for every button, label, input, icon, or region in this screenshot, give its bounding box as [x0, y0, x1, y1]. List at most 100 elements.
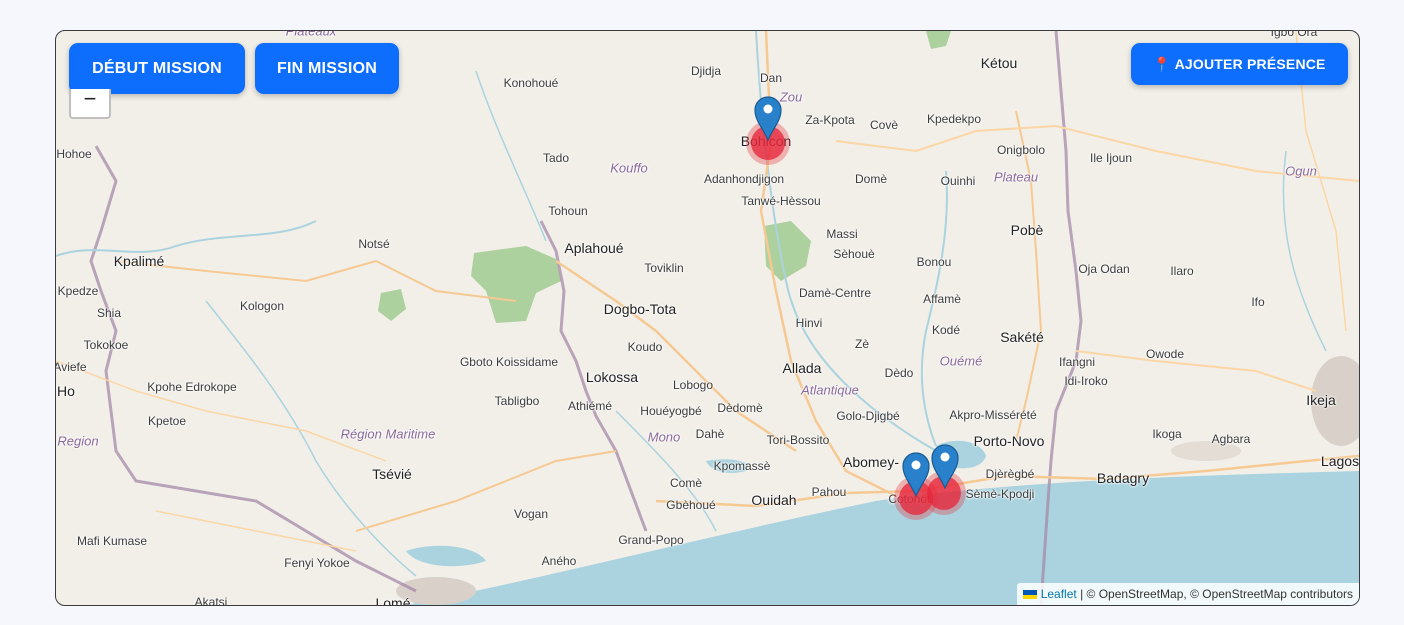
- place-label: Dèdo: [884, 366, 914, 380]
- place-label: Affamè: [923, 292, 961, 306]
- place-label: Mafi Kumase: [76, 534, 148, 548]
- place-label: Badagry: [1096, 470, 1150, 486]
- place-label: Hinvi: [795, 316, 823, 330]
- place-label: Hohoe: [56, 147, 92, 161]
- place-label: Tsévié: [372, 466, 412, 482]
- place-label: Shia: [96, 306, 122, 320]
- place-label: Houéyogbé: [640, 404, 702, 418]
- place-label: Kpohe Edrokope: [147, 380, 237, 394]
- place-label: Kétou: [980, 55, 1018, 71]
- place-label: Notsé: [358, 237, 390, 251]
- place-label: Dèdomè: [717, 401, 763, 415]
- place-label: Atlantique: [801, 382, 859, 398]
- place-label: Aplahoué: [564, 240, 624, 256]
- place-label: Tado: [542, 151, 570, 165]
- place-label: Lokossa: [585, 369, 639, 385]
- place-label: Massi: [826, 227, 858, 241]
- place-label: Adanhondjigon: [703, 172, 785, 186]
- place-label: Plateau: [993, 169, 1039, 185]
- place-label: Djidja: [690, 64, 722, 78]
- zoom-out-button[interactable]: −: [69, 88, 111, 119]
- place-label: Pobè: [1010, 222, 1044, 238]
- place-label: Athiémé: [567, 399, 613, 413]
- place-label: Owode: [1145, 347, 1185, 361]
- ukraine-flag-icon: [1022, 590, 1037, 600]
- place-label: Kpedekpo: [926, 112, 982, 126]
- place-label: Ile Ijoun: [1089, 151, 1133, 165]
- place-label: Tabligbo: [494, 394, 540, 408]
- place-label: Ifo: [1251, 295, 1265, 309]
- leaflet-link[interactable]: Leaflet: [1041, 587, 1077, 601]
- place-label: Djèrègbé: [985, 467, 1035, 481]
- place-label: Ogun: [1285, 163, 1317, 179]
- place-label: Onigbolo: [996, 143, 1046, 157]
- place-label: Oja Odan: [1078, 262, 1130, 276]
- add-presence-label: AJOUTER PRÉSENCE: [1174, 55, 1326, 72]
- place-label: Abomey-: [842, 454, 900, 470]
- place-label: Covè: [869, 118, 899, 132]
- place-label: Plateaux: [285, 30, 337, 39]
- place-label: Gbèhoué: [666, 498, 716, 512]
- place-label: Kologon: [239, 299, 285, 313]
- place-label: Akatsi: [194, 595, 228, 606]
- place-label: Kpetoe: [147, 414, 187, 428]
- place-label: Dahè: [695, 427, 725, 441]
- place-label: Damè-Centre: [798, 286, 872, 300]
- place-label: Tohoun: [548, 204, 588, 218]
- place-label: Ouémé: [939, 353, 983, 369]
- location-pin-icon[interactable]: [901, 451, 931, 497]
- place-label: Lobogo: [672, 378, 714, 392]
- place-label: Kodé: [931, 323, 961, 337]
- pin-icon: 📍: [1153, 55, 1172, 72]
- place-label: Grand-Popo: [618, 533, 684, 547]
- place-label: Zou: [779, 89, 803, 105]
- place-label: Mono: [647, 429, 681, 445]
- place-label: Aviefe: [55, 360, 87, 374]
- place-label: Allada: [782, 360, 822, 376]
- map-container[interactable]: Konohoué Djidja Dan Kétou Za-Kpota Covè …: [55, 30, 1360, 606]
- place-label: Comè: [669, 476, 703, 490]
- place-label: Dan: [759, 71, 783, 85]
- place-label: Ouinhi: [940, 174, 976, 188]
- place-label: Vogan: [513, 507, 549, 521]
- place-label: Sakété: [1000, 329, 1044, 345]
- place-label: Toviklin: [644, 261, 684, 275]
- place-label: Agbara: [1211, 432, 1251, 446]
- place-label: Akpro-Missérété: [949, 408, 1037, 422]
- place-label: Ikoga: [1152, 427, 1182, 441]
- location-pin-icon[interactable]: [930, 443, 960, 489]
- location-pin-icon[interactable]: [753, 95, 783, 141]
- place-label: Ouidah: [751, 492, 797, 508]
- place-label: Kpalimé: [113, 253, 165, 269]
- place-label: Lomé: [375, 595, 411, 606]
- map-attribution: Leaflet | © OpenStreetMap, © OpenStreetM…: [1016, 583, 1359, 605]
- place-label: Tori-Bossito: [766, 433, 830, 447]
- place-label: Zè: [854, 337, 870, 351]
- place-label: Ilaro: [1170, 264, 1194, 278]
- add-presence-button[interactable]: 📍 AJOUTER PRÉSENCE: [1131, 43, 1348, 85]
- place-label: Kpomassè: [713, 459, 771, 473]
- place-label: Région Maritime: [340, 426, 436, 442]
- place-label: Lagos: [1320, 453, 1360, 469]
- map-base-layer: [56, 31, 1359, 605]
- place-label: Domè: [854, 172, 888, 186]
- place-label: Pahou: [811, 485, 847, 499]
- place-label: Ikeja: [1306, 392, 1336, 408]
- place-label: Ho: [57, 383, 75, 399]
- place-label: Kpedze: [57, 284, 99, 298]
- place-label: Dogbo-Tota: [603, 301, 677, 317]
- place-label: Koudo: [627, 340, 663, 354]
- place-label: Konohoué: [503, 76, 559, 90]
- place-label: Aného: [541, 554, 577, 568]
- place-label: Sèmè-Kpodji: [965, 487, 1035, 501]
- place-label: Tokokoe: [83, 338, 129, 352]
- place-label: Region: [57, 433, 99, 449]
- place-label: Gboto Koissidame: [459, 355, 559, 369]
- place-label: Igbo Ora: [1270, 30, 1318, 39]
- place-label: Tanwé-Hèssou: [741, 194, 821, 208]
- end-mission-button[interactable]: FIN MISSION: [255, 43, 399, 94]
- place-label: Sèhouè: [833, 247, 875, 261]
- place-label: Kouffo: [610, 160, 648, 176]
- place-label: Za-Kpota: [805, 113, 855, 127]
- place-label: Idi-Iroko: [1064, 374, 1108, 388]
